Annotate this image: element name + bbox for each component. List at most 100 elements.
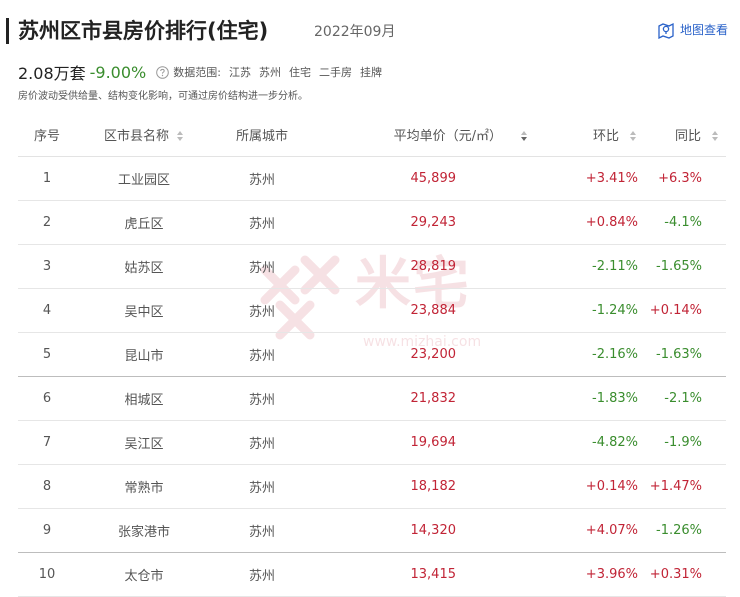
page-title: 苏州区市县房价排行(住宅)	[18, 19, 269, 43]
row-district-name: 常熟市	[76, 464, 212, 509]
table-row: 2 虎丘区 苏州 29,243 +0.84% -4.1%	[18, 200, 726, 245]
row-average-price: 23,200	[312, 332, 528, 377]
row-month-on-month: -1.83%	[528, 376, 638, 421]
row-district-name: 太仓市	[76, 552, 212, 597]
row-average-price: 18,182	[312, 464, 528, 509]
map-marker-icon	[658, 22, 674, 39]
row-year-on-year: -2.1%	[638, 376, 726, 421]
table-row: 4 吴中区 苏州 23,884 -1.24% +0.14%	[18, 288, 726, 333]
row-index: 3	[18, 244, 76, 289]
row-month-on-month: +3.41%	[528, 156, 638, 201]
scope-tag-province: 江苏	[228, 66, 251, 79]
row-year-on-year: +1.47%	[638, 464, 726, 509]
row-month-on-month: -4.82%	[528, 420, 638, 465]
row-average-price: 29,243	[312, 200, 528, 245]
sort-arrows-icon[interactable]	[520, 130, 528, 142]
row-month-on-month: +4.07%	[528, 508, 638, 553]
row-district-name: 虎丘区	[76, 200, 212, 245]
row-city: 苏州	[212, 200, 312, 245]
map-view-label[interactable]: 地图查看	[680, 21, 728, 39]
header-month-on-month[interactable]: 环比	[528, 112, 638, 157]
price-change-value: -9.00%	[89, 62, 147, 82]
row-month-on-month: +0.14%	[528, 464, 638, 509]
row-average-price: 13,415	[312, 552, 528, 597]
row-district-name: 相城区	[76, 376, 212, 421]
row-month-on-month: -1.24%	[528, 288, 638, 333]
row-month-on-month: -2.11%	[528, 244, 638, 289]
row-month-on-month: -2.16%	[528, 332, 638, 377]
title-accent-bar	[6, 18, 9, 44]
row-year-on-year: +0.31%	[638, 552, 726, 597]
row-average-price: 19,694	[312, 420, 528, 465]
scope-tag-market: 二手房	[318, 66, 352, 79]
table-row: 5 昆山市 苏州 23,200 -2.16% -1.63%	[18, 332, 726, 377]
row-year-on-year: -1.65%	[638, 244, 726, 289]
row-year-on-year: -4.1%	[638, 200, 726, 245]
district-price-ranking-table: 序号 区市县名称 所属城市 平均单价（元/㎡） 环比 同比 1 工业园区 苏州 45,…	[18, 112, 726, 597]
table-row: 8 常熟市 苏州 18,182 +0.14% +1.47%	[18, 464, 726, 509]
row-district-name: 吴中区	[76, 288, 212, 333]
row-month-on-month: +0.84%	[528, 200, 638, 245]
row-year-on-year: +0.14%	[638, 288, 726, 333]
row-city: 苏州	[212, 244, 312, 289]
price-summary: 2.08万套 -9.00% 数据范围: 江苏 苏州 住宅 二手房 挂牌	[18, 60, 382, 84]
table-row: 6 相城区 苏州 21,832 -1.83% -2.1%	[18, 376, 726, 421]
row-average-price: 23,884	[312, 288, 528, 333]
row-index: 5	[18, 332, 76, 377]
row-city: 苏州	[212, 420, 312, 465]
sort-arrows-icon[interactable]	[176, 130, 184, 142]
row-year-on-year: -1.9%	[638, 420, 726, 465]
sort-arrows-icon[interactable]	[629, 130, 637, 142]
table-header-row: 序号 区市县名称 所属城市 平均单价（元/㎡） 环比 同比	[18, 112, 726, 157]
row-year-on-year: -1.63%	[638, 332, 726, 377]
average-price-value: 2.08万套	[18, 64, 86, 83]
row-index: 6	[18, 376, 76, 421]
row-index: 10	[18, 552, 76, 597]
scope-tag-property-type: 住宅	[288, 66, 311, 79]
header-year-on-year[interactable]: 同比	[638, 112, 726, 157]
row-average-price: 14,320	[312, 508, 528, 553]
row-city: 苏州	[212, 332, 312, 377]
page-header: 苏州区市县房价排行(住宅) 2022年09月 地图查看	[0, 14, 740, 48]
header-average-price[interactable]: 平均单价（元/㎡）	[312, 112, 528, 157]
row-index: 7	[18, 420, 76, 465]
row-average-price: 28,819	[312, 244, 528, 289]
row-average-price: 21,832	[312, 376, 528, 421]
question-circle-icon[interactable]	[156, 65, 170, 79]
report-period: 2022年09月	[314, 24, 396, 40]
row-average-price: 45,899	[312, 156, 528, 201]
map-view-link[interactable]: 地图查看	[657, 21, 728, 39]
row-district-name: 姑苏区	[76, 244, 212, 289]
row-district-name: 昆山市	[76, 332, 212, 377]
row-index: 2	[18, 200, 76, 245]
row-city: 苏州	[212, 376, 312, 421]
table-row: 1 工业园区 苏州 45,899 +3.41% +6.3%	[18, 156, 726, 201]
row-index: 1	[18, 156, 76, 201]
sort-arrows-icon[interactable]	[711, 130, 719, 142]
row-year-on-year: -1.26%	[638, 508, 726, 553]
row-index: 4	[18, 288, 76, 333]
header-city: 所属城市	[212, 112, 312, 157]
table-row: 7 吴江区 苏州 19,694 -4.82% -1.9%	[18, 420, 726, 465]
row-city: 苏州	[212, 508, 312, 553]
table-row: 9 张家港市 苏州 14,320 +4.07% -1.26%	[18, 508, 726, 553]
header-district-name[interactable]: 区市县名称	[76, 112, 212, 157]
row-district-name: 吴江区	[76, 420, 212, 465]
row-index: 9	[18, 508, 76, 553]
row-city: 苏州	[212, 288, 312, 333]
row-district-name: 张家港市	[76, 508, 212, 553]
scope-tag-listing: 挂牌	[359, 66, 382, 79]
row-district-name: 工业园区	[76, 156, 212, 201]
row-month-on-month: +3.96%	[528, 552, 638, 597]
table-row: 3 姑苏区 苏州 28,819 -2.11% -1.65%	[18, 244, 726, 289]
row-index: 8	[18, 464, 76, 509]
header-index: 序号	[18, 112, 76, 157]
table-row: 10 太仓市 苏州 13,415 +3.96% +0.31%	[18, 552, 726, 597]
row-city: 苏州	[212, 156, 312, 201]
price-note: 房价波动受供给量、结构变化影响，可通过房价结构进一步分析。	[18, 91, 308, 102]
data-scope-label: 数据范围:	[173, 66, 221, 79]
row-city: 苏州	[212, 464, 312, 509]
row-city: 苏州	[212, 552, 312, 597]
scope-tag-city: 苏州	[258, 66, 281, 79]
row-year-on-year: +6.3%	[638, 156, 726, 201]
